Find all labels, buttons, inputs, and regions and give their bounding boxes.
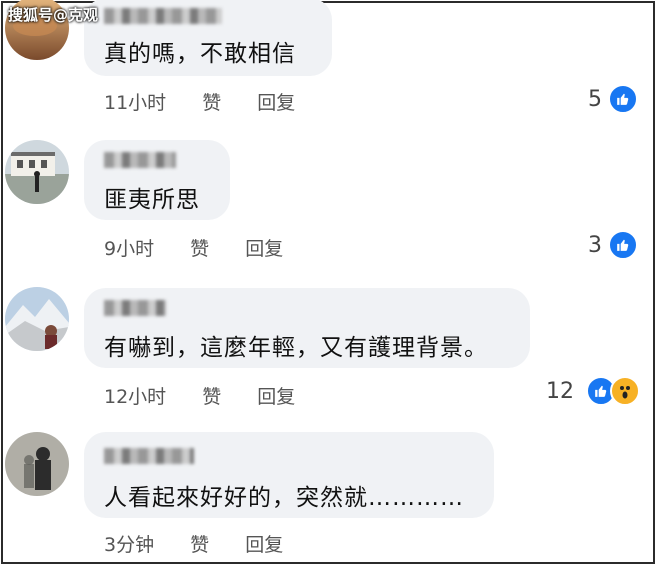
wow-icon <box>610 376 640 406</box>
comment-bubble: 匪夷所思 <box>84 140 230 220</box>
like-button[interactable]: 赞 <box>190 534 209 556</box>
comment-meta: 12小时 赞 回复 <box>104 382 325 409</box>
comment-time: 12小时 <box>104 386 167 408</box>
likes-count: 5 <box>588 86 602 112</box>
redacted-username <box>104 152 176 168</box>
like-button[interactable]: 赞 <box>202 386 221 408</box>
avatar[interactable] <box>5 287 69 351</box>
reaction-count[interactable]: 12 <box>546 376 640 406</box>
comment-meta: 11小时 赞 回复 <box>104 88 325 115</box>
comment-meta: 9小时 赞 回复 <box>104 234 313 261</box>
comment-time: 3分钟 <box>104 534 155 556</box>
likes-count: 3 <box>588 232 602 258</box>
comment-bubble: 有嚇到，這麼年輕，又有護理背景。 <box>84 288 530 368</box>
comment-meta: 3分钟 赞 回复 <box>104 530 313 557</box>
comment-bubble: 人看起來好好的，突然就………… <box>84 432 494 518</box>
redacted-username <box>104 8 222 24</box>
reaction-count[interactable]: 3 <box>588 230 638 260</box>
comment-time: 11小时 <box>104 92 167 114</box>
comment-text: 匪夷所思 <box>104 187 200 213</box>
likes-count: 12 <box>546 378 574 404</box>
reaction-count[interactable]: 5 <box>588 84 638 114</box>
comment-time: 9小时 <box>104 238 155 260</box>
like-icon <box>608 84 638 114</box>
like-button[interactable]: 赞 <box>202 92 221 114</box>
comment-bubble: 真的嗎，不敢相信 <box>84 0 332 76</box>
redacted-username <box>104 300 166 316</box>
like-button[interactable]: 赞 <box>190 238 209 260</box>
avatar[interactable] <box>5 140 69 204</box>
reply-button[interactable]: 回复 <box>257 386 295 408</box>
comment-text: 真的嗎，不敢相信 <box>104 41 296 67</box>
like-icon <box>608 230 638 260</box>
comment-text: 人看起來好好的，突然就………… <box>104 485 464 511</box>
redacted-username <box>104 448 194 464</box>
comment-text: 有嚇到，這麼年輕，又有護理背景。 <box>104 335 488 361</box>
avatar[interactable] <box>5 432 69 496</box>
reply-button[interactable]: 回复 <box>257 92 295 114</box>
reply-button[interactable]: 回复 <box>245 238 283 260</box>
reply-button[interactable]: 回复 <box>245 534 283 556</box>
watermark: 搜狐号@克观 <box>8 6 99 24</box>
